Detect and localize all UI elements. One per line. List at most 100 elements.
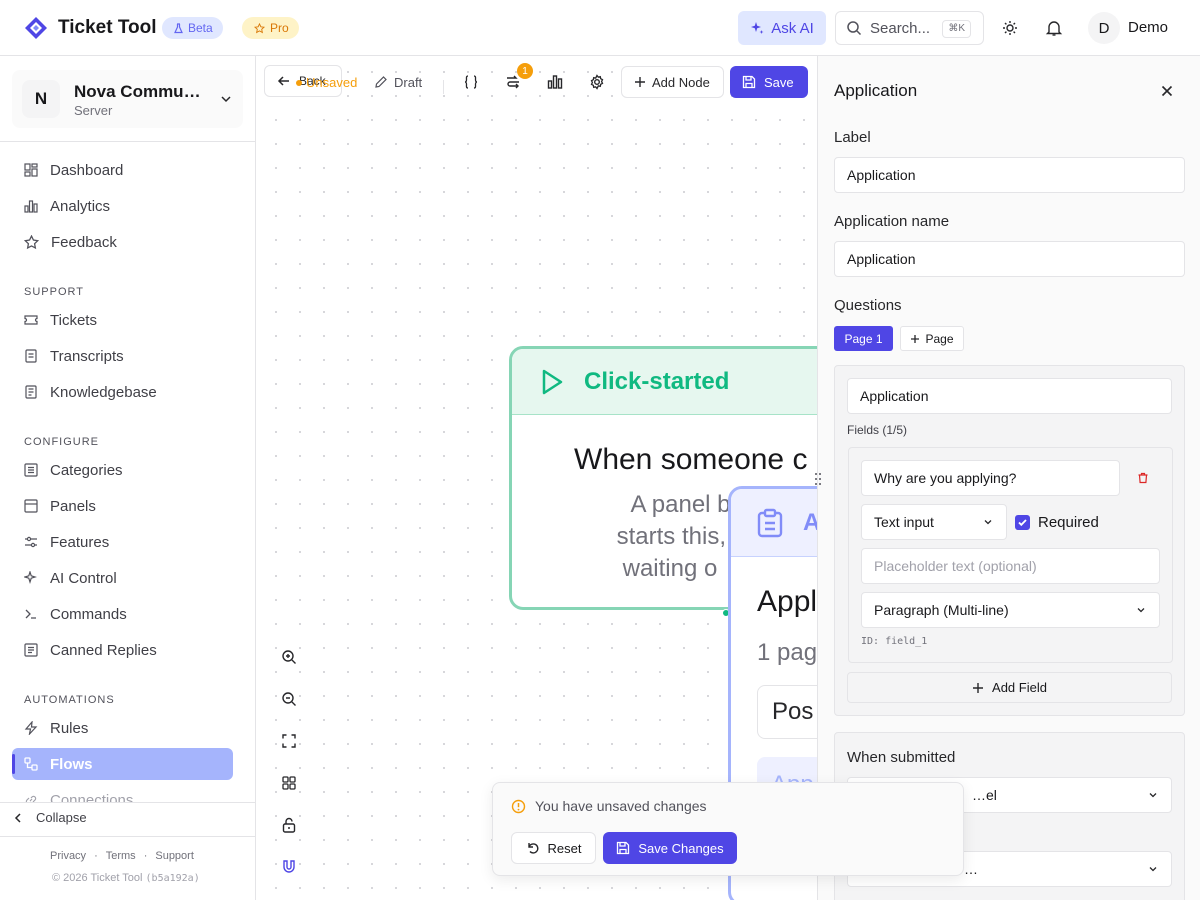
close-icon	[1158, 82, 1176, 100]
field-id: ID: field_1	[861, 636, 928, 647]
nav-item-feedback[interactable]: Feedback	[12, 226, 233, 258]
page-name-input[interactable]: Application	[847, 378, 1172, 414]
settings-button[interactable]	[583, 68, 611, 96]
sparkle-icon	[750, 21, 764, 35]
lock-button[interactable]	[278, 814, 300, 836]
sliders-icon	[24, 535, 38, 549]
unsaved-status: Unsaved	[296, 75, 357, 90]
plus-icon	[634, 76, 646, 88]
warning-count-badge: 1	[517, 63, 533, 79]
bell-icon	[1045, 19, 1063, 37]
reply-icon	[24, 643, 38, 657]
save-button[interactable]: Save	[730, 66, 808, 98]
stats-button[interactable]	[541, 68, 569, 96]
play-icon	[540, 369, 564, 395]
plus-icon	[972, 682, 984, 694]
save-icon	[742, 75, 756, 89]
snap-button[interactable]	[278, 856, 300, 878]
divider	[0, 836, 255, 837]
chevron-down-icon	[1135, 604, 1147, 616]
save-changes-button[interactable]: Save Changes	[603, 832, 737, 864]
nav-item-panels[interactable]: Panels	[12, 490, 233, 522]
save-icon	[616, 841, 630, 855]
application-node-subtitle: 1 pag	[757, 639, 817, 666]
terms-link[interactable]: Terms	[106, 850, 136, 862]
list-icon	[24, 463, 38, 477]
application-name-label: Application name	[834, 213, 950, 230]
nav-item-flows[interactable]: Flows	[12, 748, 233, 780]
flow-canvas[interactable]: Back Unsaved Draft 1 Add Node Save Click…	[256, 56, 817, 900]
theme-toggle-button[interactable]	[996, 14, 1024, 42]
build-hash: (b5a192a)	[145, 873, 200, 884]
required-checkbox[interactable]: Required	[1015, 514, 1099, 531]
copyright: © 2026 Ticket Tool (b5a192a)	[52, 872, 200, 884]
braces-icon	[463, 75, 479, 89]
top-bar: Ticket Tool Beta Pro Ask AI Search... ⌘K…	[0, 0, 1200, 56]
close-button[interactable]	[1158, 82, 1176, 100]
divider	[0, 141, 255, 142]
fit-view-button[interactable]	[278, 730, 300, 752]
zoom-out-icon	[281, 691, 297, 707]
pro-badge: Pro	[242, 17, 299, 39]
reset-button[interactable]: Reset	[511, 832, 596, 864]
chevron-down-icon	[982, 516, 994, 528]
support-link[interactable]: Support	[155, 850, 194, 862]
questions-label: Questions	[834, 297, 902, 314]
server-avatar: N	[22, 80, 60, 118]
avatar[interactable]: D	[1088, 12, 1120, 44]
search-icon	[846, 20, 862, 36]
nav-item-ai-control[interactable]: AI Control	[12, 562, 233, 594]
sidebar-footer: Collapse Privacy · Terms · Support © 2026 …	[0, 802, 255, 900]
label-input[interactable]: Application	[834, 157, 1185, 193]
sparkle-icon	[24, 571, 38, 585]
nav-item-categories[interactable]: Categories	[12, 454, 233, 486]
server-switcher[interactable]: N Nova Community Server	[12, 70, 243, 128]
plus-icon	[910, 334, 920, 344]
add-page-button[interactable]: Page	[900, 326, 964, 351]
sun-icon	[1002, 20, 1018, 36]
user-name[interactable]: Demo	[1128, 19, 1168, 36]
ask-ai-button[interactable]: Ask AI	[738, 11, 826, 45]
bar-chart-icon	[24, 199, 38, 213]
tab-page-1[interactable]: Page 1	[834, 326, 893, 351]
fields-count: Fields (1/5)	[847, 423, 908, 437]
nav-item-features[interactable]: Features	[12, 526, 233, 558]
field-type-select[interactable]: Text input	[861, 504, 1007, 540]
terminal-icon	[24, 607, 38, 621]
chevron-left-icon	[12, 812, 24, 824]
privacy-link[interactable]: Privacy	[50, 850, 86, 862]
book-icon	[24, 385, 38, 399]
drag-handle-icon[interactable]	[814, 472, 822, 486]
section-automations: AUTOMATIONS	[24, 694, 115, 706]
application-name-input[interactable]: Application	[834, 241, 1185, 277]
add-field-button[interactable]: Add Field	[847, 672, 1172, 703]
nav-item-rules[interactable]: Rules	[12, 712, 233, 744]
json-button[interactable]	[457, 68, 485, 96]
collapse-button[interactable]: Collapse	[12, 810, 87, 825]
unsaved-changes-bar: You have unsaved changes Reset Save Chan…	[492, 782, 964, 876]
nav-item-canned-replies[interactable]: Canned Replies	[12, 634, 233, 666]
input-style-select[interactable]: Paragraph (Multi-line)	[861, 592, 1160, 628]
placeholder-input[interactable]: Placeholder text (optional)	[861, 548, 1160, 584]
nav-item-dashboard[interactable]: Dashboard	[12, 154, 233, 186]
nav-item-analytics[interactable]: Analytics	[12, 190, 233, 222]
zoom-in-button[interactable]	[278, 646, 300, 668]
fullscreen-icon	[282, 734, 296, 748]
draft-status: Draft	[374, 66, 422, 98]
panel-icon	[24, 499, 38, 513]
question-input[interactable]: Why are you applying?	[861, 460, 1120, 496]
zoom-out-button[interactable]	[278, 688, 300, 710]
nav-item-commands[interactable]: Commands	[12, 598, 233, 630]
arrow-left-icon	[277, 74, 291, 88]
add-node-button[interactable]: Add Node	[621, 66, 724, 98]
nav-item-knowledgebase[interactable]: Knowledgebase	[12, 376, 233, 408]
nav-item-tickets[interactable]: Tickets	[12, 304, 233, 336]
layout-button[interactable]	[278, 772, 300, 794]
chevron-down-icon	[1147, 789, 1159, 801]
delete-field-button[interactable]	[1137, 472, 1149, 484]
notifications-button[interactable]	[1040, 14, 1068, 42]
route-icon	[505, 75, 521, 89]
nav-item-transcripts[interactable]: Transcripts	[12, 340, 233, 372]
unsaved-message: You have unsaved changes	[511, 798, 707, 814]
search-input[interactable]: Search... ⌘K	[835, 11, 984, 45]
